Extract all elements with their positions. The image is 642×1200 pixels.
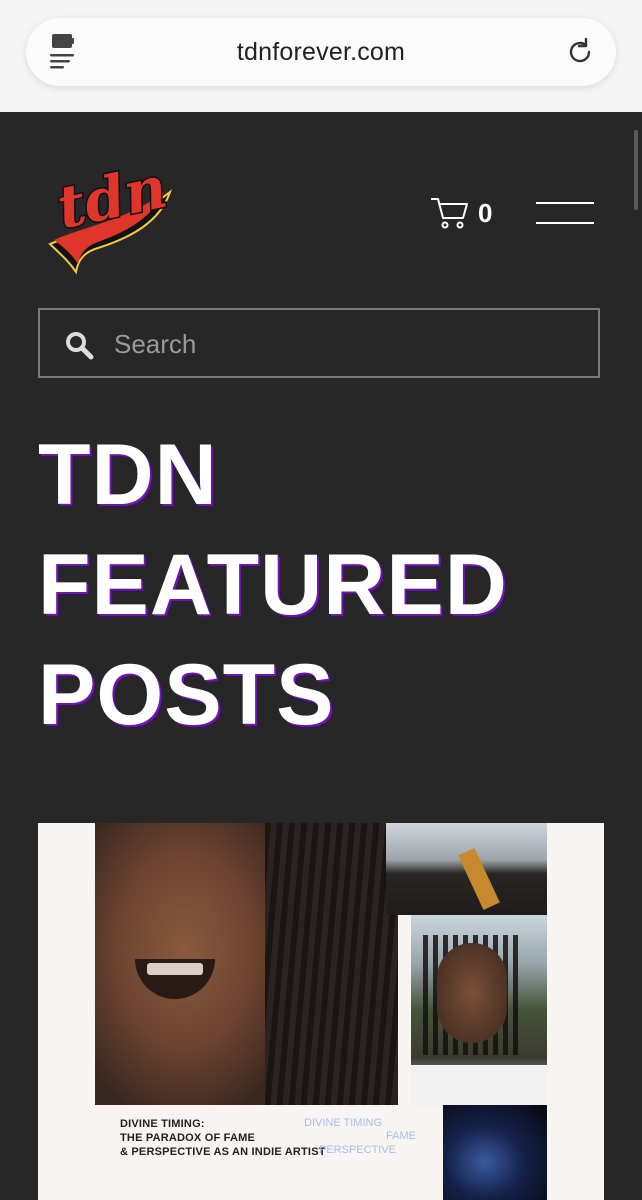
- browser-toolbar: tdnforever.com: [0, 0, 642, 112]
- search-box[interactable]: [38, 308, 600, 378]
- featured-post-title-line: THE PARADOX OF FAME: [120, 1132, 255, 1144]
- reload-icon[interactable]: [564, 36, 596, 68]
- post-tag: PERSPECTIVE: [319, 1144, 397, 1156]
- search-input[interactable]: [112, 320, 586, 368]
- magnifier-search-icon: [66, 332, 94, 360]
- featured-post-photo-portrait: [411, 915, 547, 1105]
- page-title-line: TDN: [38, 427, 218, 523]
- menu-button[interactable]: [536, 202, 596, 226]
- featured-post-card[interactable]: DIVINE TIMING: THE PARADOX OF FAME & PER…: [38, 823, 604, 1200]
- post-tag: DIVINE TIMING: [304, 1117, 383, 1129]
- featured-post-main-photo: [95, 823, 398, 1105]
- featured-post-title: DIVINE TIMING: THE PARADOX OF FAME & PER…: [120, 1117, 326, 1159]
- featured-post-title-line: DIVINE TIMING:: [120, 1118, 205, 1130]
- featured-post-photo-top: [386, 823, 547, 915]
- tdn-logo[interactable]: tdn: [40, 152, 176, 276]
- hamburger-menu-icon: [536, 202, 594, 204]
- page-title: TDN FEATURED POSTS: [38, 420, 508, 750]
- featured-post-title-line: & PERSPECTIVE AS AN INDIE ARTIST: [120, 1146, 326, 1158]
- url-text[interactable]: tdnforever.com: [26, 38, 616, 67]
- cart-button[interactable]: 0: [430, 196, 510, 232]
- hamburger-menu-icon: [536, 222, 594, 224]
- featured-post-photo-stage: [443, 1105, 547, 1200]
- address-bar[interactable]: tdnforever.com: [26, 18, 616, 86]
- web-page: tdn 0 TDN FEATURED POSTS: [0, 112, 642, 1200]
- logo-text: tdn: [51, 153, 172, 242]
- shopping-cart-icon: [431, 198, 468, 229]
- cart-count: 0: [478, 198, 493, 228]
- page-title-line: FEATURED: [38, 537, 508, 633]
- page-title-line: POSTS: [38, 647, 335, 743]
- scrollbar[interactable]: [634, 130, 638, 210]
- post-tag: FAME: [386, 1130, 416, 1142]
